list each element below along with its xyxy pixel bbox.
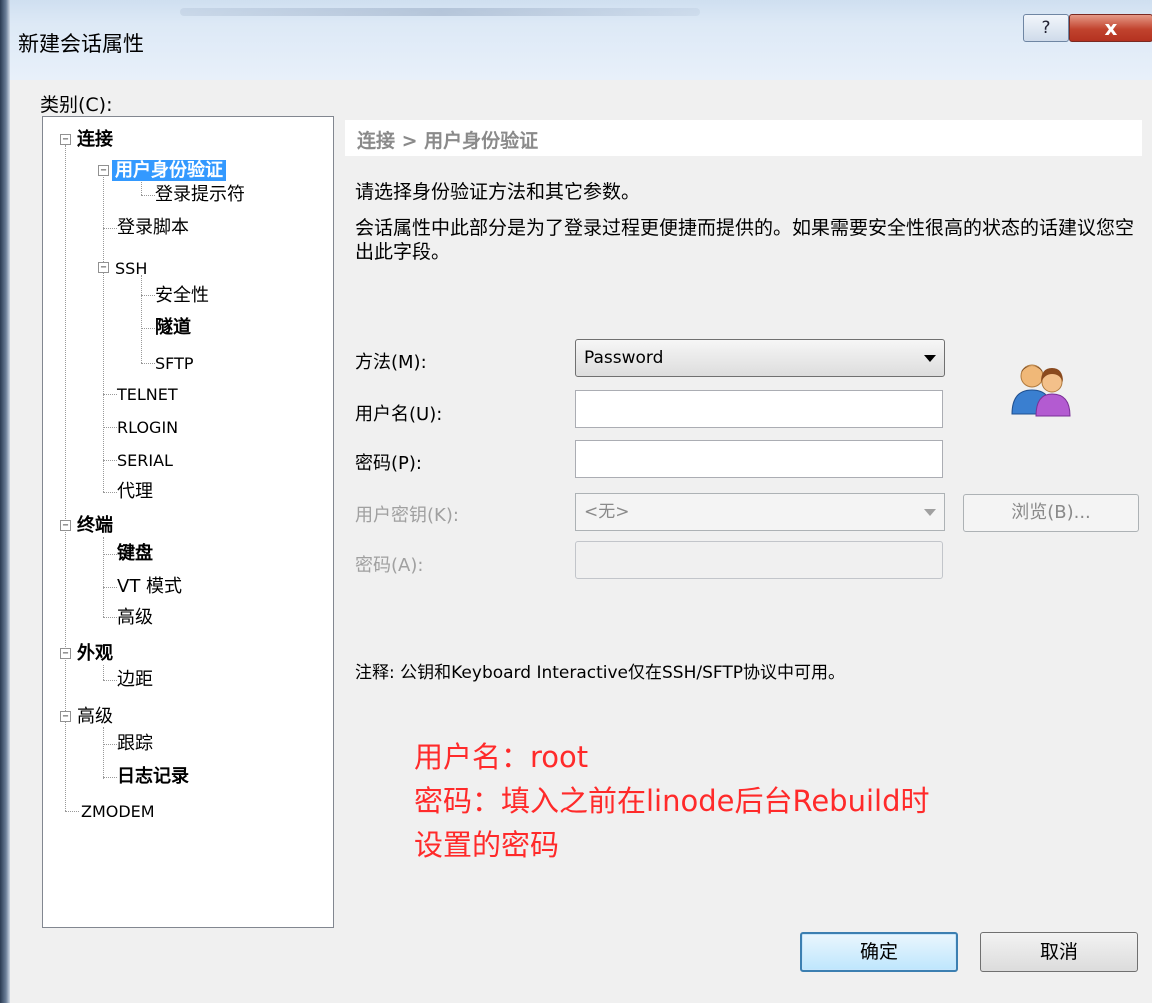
category-tree[interactable]: − − − − − − 连接 用户身份验证 登录提示符 登录脚本 SSH 安全性… bbox=[42, 116, 334, 928]
tree-line bbox=[103, 554, 117, 555]
username-input[interactable] bbox=[575, 390, 943, 428]
tree-line bbox=[103, 617, 117, 618]
expander-icon[interactable]: − bbox=[98, 165, 109, 176]
tree-line bbox=[103, 394, 117, 395]
tree-item-connection[interactable]: 连接 bbox=[77, 129, 113, 151]
tree-line bbox=[103, 228, 117, 229]
annotation-line: 用户名：root bbox=[414, 740, 589, 774]
tree-line bbox=[103, 177, 104, 492]
tree-item-margins[interactable]: 边距 bbox=[117, 669, 153, 691]
tree-item-security[interactable]: 安全性 bbox=[155, 285, 209, 307]
tree-item-sftp[interactable]: SFTP bbox=[155, 353, 194, 375]
tree-line bbox=[103, 777, 117, 778]
tree-line bbox=[65, 811, 79, 812]
close-button[interactable]: x bbox=[1069, 14, 1152, 42]
title-bar-blur bbox=[180, 8, 700, 16]
dropdown-arrow-icon bbox=[924, 509, 936, 516]
passphrase-input[interactable] bbox=[575, 541, 943, 579]
expander-icon[interactable]: − bbox=[60, 711, 71, 722]
passphrase-label: 密码(A): bbox=[355, 555, 424, 576]
userkey-value: <无> bbox=[584, 502, 630, 522]
tree-item-terminal-advanced[interactable]: 高级 bbox=[117, 607, 153, 629]
tree-item-telnet[interactable]: TELNET bbox=[117, 384, 178, 406]
tree-item-ssh[interactable]: SSH bbox=[115, 258, 147, 280]
expander-icon[interactable]: − bbox=[60, 648, 71, 659]
tree-line bbox=[141, 328, 155, 329]
tree-item-trace[interactable]: 跟踪 bbox=[117, 733, 153, 755]
tree-item-advanced[interactable]: 高级 bbox=[77, 706, 113, 728]
tree-line bbox=[103, 744, 117, 745]
tree-line bbox=[103, 587, 117, 588]
tree-item-login-prompts[interactable]: 登录提示符 bbox=[155, 184, 245, 206]
expander-icon[interactable]: − bbox=[60, 134, 71, 145]
panel-breadcrumb: 连接 > 用户身份验证 bbox=[357, 130, 539, 152]
cancel-button[interactable]: 取消 bbox=[980, 932, 1138, 972]
tree-item-terminal[interactable]: 终端 bbox=[77, 515, 113, 537]
users-icon bbox=[1011, 364, 1071, 417]
userkey-label: 用户密钥(K): bbox=[355, 505, 459, 526]
username-label: 用户名(U): bbox=[355, 404, 443, 425]
tree-line bbox=[141, 275, 142, 363]
tree-item-login-scripts[interactable]: 登录脚本 bbox=[117, 217, 189, 239]
tree-line bbox=[103, 427, 117, 428]
tree-line bbox=[103, 460, 117, 461]
help-button[interactable]: ? bbox=[1023, 14, 1069, 42]
tree-line bbox=[103, 680, 117, 681]
tree-line bbox=[103, 665, 104, 680]
tree-item-authentication[interactable]: 用户身份验证 bbox=[112, 160, 226, 182]
dropdown-arrow-icon bbox=[924, 355, 936, 362]
method-select[interactable]: Password bbox=[575, 339, 945, 377]
tree-line bbox=[141, 295, 155, 296]
dialog-body: 类别(C): − − − − − − 连接 用户身份验证 登录提示符 登录脚本 … bbox=[10, 80, 1152, 1003]
tree-item-rlogin[interactable]: RLOGIN bbox=[117, 417, 178, 439]
tree-item-vt-modes[interactable]: VT 模式 bbox=[117, 576, 182, 598]
browse-button[interactable]: 浏览(B)... bbox=[963, 494, 1139, 532]
panel-header: 连接 > 用户身份验证 bbox=[345, 120, 1142, 156]
tree-line bbox=[141, 363, 155, 364]
panel-description: 请选择身份验证方法和其它参数。 bbox=[355, 181, 641, 203]
annotation-line: 设置的密码 bbox=[414, 828, 560, 862]
tree-line bbox=[103, 492, 117, 493]
tree-line bbox=[103, 727, 104, 779]
tree-item-serial[interactable]: SERIAL bbox=[117, 450, 173, 472]
tree-item-appearance[interactable]: 外观 bbox=[77, 643, 113, 665]
annotation-line: 密码：填入之前在linode后台Rebuild时 bbox=[414, 784, 930, 818]
password-input[interactable] bbox=[575, 440, 943, 478]
tree-line bbox=[103, 537, 104, 617]
expander-icon[interactable]: − bbox=[60, 520, 71, 531]
tree-item-logging[interactable]: 日志记录 bbox=[117, 766, 189, 788]
title-bar: 新建会话属性 ? x bbox=[10, 0, 1152, 80]
method-label: 方法(M): bbox=[355, 352, 427, 373]
category-label: 类别(C): bbox=[40, 94, 113, 116]
window-title: 新建会话属性 bbox=[18, 32, 144, 56]
panel-description-detail: 会话属性中此部分是为了登录过程更便捷而提供的。如果需要安全性很高的状态的话建议您… bbox=[355, 217, 1135, 263]
method-value: Password bbox=[584, 348, 664, 368]
userkey-select[interactable]: <无> bbox=[575, 493, 945, 531]
tree-line bbox=[141, 195, 155, 196]
ok-button[interactable]: 确定 bbox=[800, 932, 958, 972]
password-label: 密码(P): bbox=[355, 453, 422, 474]
note-text: 注释: 公钥和Keyboard Interactive仅在SSH/SFTP协议中… bbox=[355, 663, 846, 683]
red-annotation: 用户名：root 密码：填入之前在linode后台Rebuild时 设置的密码 bbox=[414, 735, 930, 867]
tree-item-keyboard[interactable]: 键盘 bbox=[117, 543, 153, 565]
tree-item-proxy[interactable]: 代理 bbox=[117, 481, 153, 503]
tree-item-tunneling[interactable]: 隧道 bbox=[155, 317, 191, 339]
window-left-edge bbox=[0, 0, 10, 1003]
expander-icon[interactable]: − bbox=[98, 262, 109, 273]
tree-item-zmodem[interactable]: ZMODEM bbox=[81, 801, 155, 823]
